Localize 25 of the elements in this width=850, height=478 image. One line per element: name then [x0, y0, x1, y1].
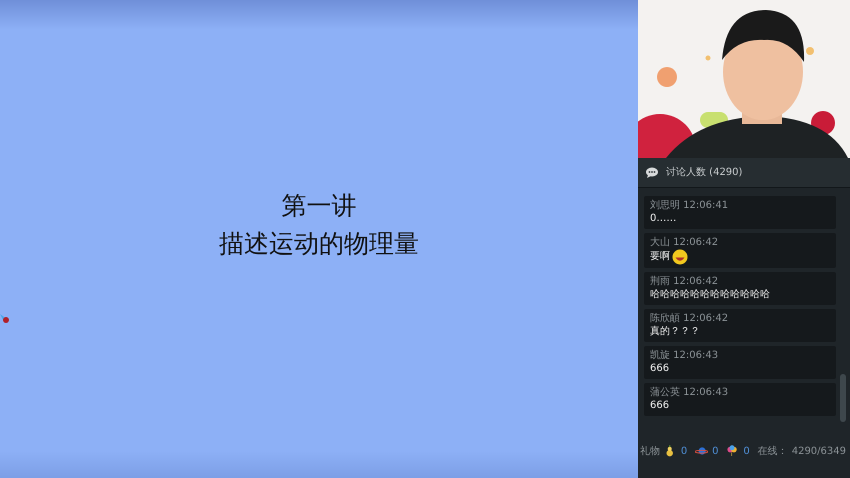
scrollbar-thumb[interactable]	[840, 374, 846, 422]
message-meta: 荆雨 12:06:42	[650, 275, 720, 288]
message-meta: 大山 12:06:42	[650, 236, 720, 249]
slide-title: 第一讲	[282, 190, 356, 222]
online-label: 在线：	[758, 444, 788, 458]
pen-cursor-icon	[0, 312, 12, 324]
message-meta: 蒲公英 12:06:43	[650, 386, 730, 399]
gift-count: 0	[712, 444, 718, 458]
gift-count: 0	[743, 444, 750, 458]
message-text: 哈哈哈哈哈哈哈哈哈哈哈哈	[650, 288, 770, 302]
message-text: 要啊	[650, 250, 670, 264]
gifts-label: 礼物	[640, 444, 660, 458]
balloons-icon[interactable]	[726, 443, 740, 459]
chat-icon	[646, 167, 658, 178]
message-text: 真的？？？	[650, 325, 700, 339]
message-meta: 刘思明 12:06:41	[650, 199, 730, 212]
message-meta: 陈欣頔 12:06:42	[650, 312, 730, 325]
message-text: 666	[650, 362, 670, 376]
slide-title: 描述运动的物理量	[219, 228, 419, 260]
message-text: 666	[650, 399, 670, 413]
online-count: 4290/6349	[792, 444, 846, 458]
gift-count: 0	[680, 444, 688, 458]
message-meta: 凯旋 12:06:43	[650, 349, 720, 362]
participant-count: 讨论人数 (4290)	[666, 166, 742, 180]
message-text: 0……	[650, 212, 676, 226]
